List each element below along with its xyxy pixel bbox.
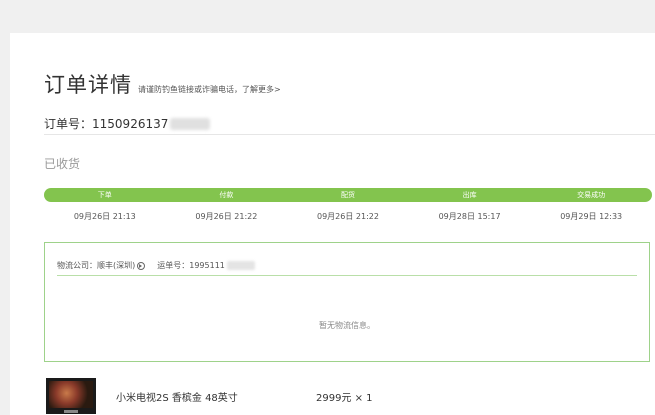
tracking-number: 1995111 xyxy=(189,261,225,270)
tv-stand-shape xyxy=(64,410,78,413)
logistics-empty-message: 暂无物流信息。 xyxy=(319,321,375,330)
title-row: 订单详情 请谨防钓鱼链接或诈骗电话，了解更多> xyxy=(44,69,281,99)
product-price: 2999元 × 1 xyxy=(316,392,373,404)
progress-step-packing: 配货 xyxy=(340,191,355,199)
product-thumbnail[interactable] xyxy=(46,378,96,414)
tracking-number-redacted xyxy=(226,261,255,270)
order-number-label: 订单号： xyxy=(44,117,93,131)
tracking-label: 运单号： xyxy=(157,261,190,270)
page-title: 订单详情 xyxy=(44,73,132,97)
progress-time-ordered: 09月26日 21:13 xyxy=(73,212,136,221)
progress-step-shipped: 出库 xyxy=(462,191,477,199)
progress-time-packing: 09月26日 21:22 xyxy=(317,212,379,221)
arrow-circle-right-icon[interactable] xyxy=(137,261,146,270)
order-number-redacted xyxy=(170,117,211,130)
order-number: 订单号： 1150926137 xyxy=(44,115,211,132)
progress-time-shipped: 09月28日 15:17 xyxy=(438,212,501,221)
progress-time-paid: 09月26日 21:22 xyxy=(195,212,258,221)
order-progress-bar: 下单 付款 配货 出库 交易成功 xyxy=(44,188,652,202)
order-number-value: 1150926137 xyxy=(92,116,169,131)
logistics-panel: 物流公司：顺丰(深圳) 运单号： 1995111 暂无物流信息。 xyxy=(44,242,650,362)
progress-time-completed: 09月29日 12:33 xyxy=(560,212,623,221)
logistics-company[interactable]: 物流公司：顺丰(深圳) xyxy=(57,260,135,271)
progress-step-completed: 交易成功 xyxy=(577,191,606,199)
progress-times: 09月26日 21:13 09月26日 21:22 09月26日 21:22 0… xyxy=(44,211,652,222)
progress-step-ordered: 下单 xyxy=(97,191,112,199)
logistics-divider xyxy=(57,275,637,276)
tv-screen-image xyxy=(49,381,93,408)
product-name-link[interactable]: 小米电视2S 香槟金 48英寸 xyxy=(116,389,238,404)
logistics-header: 物流公司：顺丰(深圳) 运单号： 1995111 xyxy=(57,260,255,271)
product-row: 小米电视2S 香槟金 48英寸 2999元 × 1 xyxy=(46,378,373,414)
progress-step-paid: 付款 xyxy=(219,191,234,199)
order-status: 已收货 xyxy=(44,157,81,171)
divider xyxy=(44,134,655,135)
order-detail-card: 订单详情 请谨防钓鱼链接或诈骗电话，了解更多> 订单号： 1150926137 … xyxy=(10,33,655,415)
anti-fraud-notice-link[interactable]: 请谨防钓鱼链接或诈骗电话，了解更多> xyxy=(138,84,281,95)
